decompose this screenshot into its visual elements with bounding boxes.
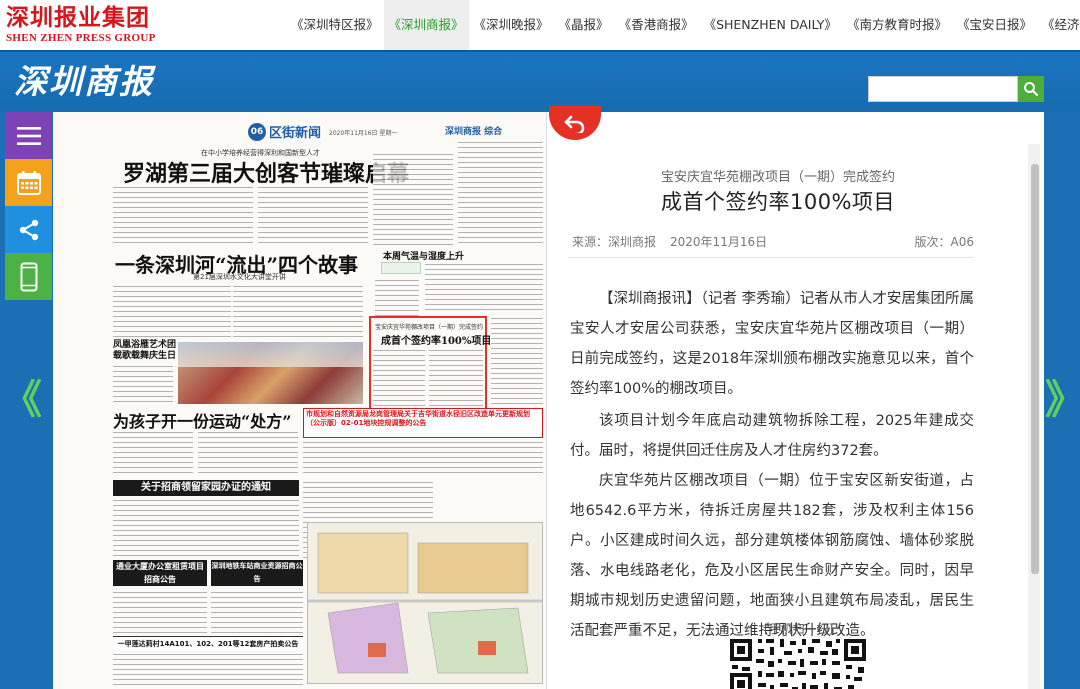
nav-link-shenzhen-evening-news[interactable]: 《深圳晚报》 bbox=[469, 0, 554, 50]
headline2-sub: 第21届深圳水文化大讲堂开讲 bbox=[193, 273, 286, 281]
share-icon bbox=[19, 219, 38, 240]
main-content: 06 区街新闻 2020年11月16日 星期一 深圳商报 综合 在中小学培养经营… bbox=[53, 106, 1044, 689]
newspaper-nav: 《深圳特区报》 《深圳商报》 《深圳晚报》 《晶报》 《香港商报》 《SHENZ… bbox=[286, 0, 1080, 50]
article-date: 2020年11月16日 bbox=[670, 235, 768, 249]
notice-4-body bbox=[113, 652, 303, 686]
map-drawing bbox=[308, 532, 542, 674]
nav-link-shenzhen-special-zone-daily[interactable]: 《深圳特区报》 bbox=[286, 0, 384, 50]
search-box bbox=[868, 76, 1044, 102]
top-nav-bar: 深圳报业集团 SHEN ZHEN PRESS GROUP 《深圳特区报》 《深圳… bbox=[0, 0, 1080, 50]
text-column bbox=[373, 348, 425, 408]
article-source: 来源：深圳商报 bbox=[572, 235, 657, 249]
nav-link-southern-education-times[interactable]: 《南方教育时报》 bbox=[842, 0, 952, 50]
nav-link-shenzhen-daily[interactable]: 《SHENZHEN DAILY》 bbox=[699, 0, 842, 50]
weather-headline[interactable]: 本周气温与湿度上升 bbox=[383, 249, 464, 262]
newspaper-page[interactable]: 06 区街新闻 2020年11月16日 星期一 深圳商报 综合 在中小学培养经营… bbox=[53, 112, 547, 689]
group-photo bbox=[178, 342, 363, 404]
side-headline[interactable]: 凤凰浴雁艺术团 载歌载舞庆生日 bbox=[113, 340, 176, 362]
article-meta: 来源：深圳商报 2020年11月16日 版次：A06 bbox=[572, 233, 974, 250]
scan-label: [手机扫一扫] bbox=[764, 622, 834, 636]
logo-cn: 深圳报业集团 bbox=[6, 4, 150, 31]
text-column bbox=[425, 262, 543, 312]
text-column bbox=[429, 348, 483, 408]
nav-link-economic-herald[interactable]: 《经济导报》 bbox=[1037, 0, 1080, 50]
notice-3-header[interactable]: 深圳地铁车站商业资源招商公告 bbox=[211, 560, 303, 586]
share-button[interactable] bbox=[5, 206, 52, 253]
nav-link-shenzhen-economic-daily[interactable]: 《深圳商报》 bbox=[383, 0, 469, 50]
boxed-article-title: 成首个签约率100%项目 bbox=[381, 336, 492, 347]
text-column bbox=[113, 284, 231, 339]
article-title: 成首个签约率100%项目 bbox=[660, 190, 896, 214]
menu-button[interactable] bbox=[5, 112, 52, 159]
calendar-button[interactable] bbox=[5, 159, 52, 206]
notice-3-body bbox=[211, 590, 303, 634]
calendar-icon bbox=[16, 170, 41, 195]
notice-1-body bbox=[113, 498, 299, 560]
menu-icon bbox=[16, 126, 41, 145]
page-header: 06 区街新闻 bbox=[248, 122, 321, 141]
notice-4-header[interactable]: 一甲莲达莉村14A101、102、201等12套房产拍卖公告 bbox=[113, 636, 303, 650]
search-input[interactable] bbox=[868, 76, 1018, 102]
red-banner-notice[interactable]: 市规划和自然资源局龙岗管理局关于吉华街道水径旧区改造单元更新规划（公示版）02-… bbox=[303, 408, 543, 438]
weather-badge bbox=[381, 262, 421, 274]
boxed-article-kicker: 宝安庆宜华苑棚改项目（一期）完成签约 bbox=[375, 324, 484, 331]
text-column bbox=[258, 185, 368, 247]
text-column bbox=[303, 440, 543, 476]
article-paragraph: 【深圳商报讯】（记者 李秀瑜）记者从市人才安居集团所属宝安人才安居公司获悉，宝安… bbox=[570, 291, 974, 397]
article-kicker: 宝安庆宜华苑棚改项目（一期）完成签约 bbox=[660, 170, 895, 185]
article-paragraph: 该项目计划今年底启动建筑物拆除工程，2025年建成交付。届时，将提供回迁住房及人… bbox=[570, 413, 974, 459]
text-column bbox=[198, 430, 298, 476]
article-scrollbar-thumb[interactable] bbox=[1031, 164, 1039, 574]
qr-code bbox=[728, 637, 868, 689]
phone-icon bbox=[20, 262, 37, 291]
logo-en: SHEN ZHEN PRESS GROUP bbox=[6, 32, 156, 44]
headline-3[interactable]: 为孩子开一份运动“处方” bbox=[113, 408, 291, 432]
text-column bbox=[113, 430, 193, 476]
nav-link-jingbao[interactable]: 《晶报》 bbox=[554, 0, 614, 50]
article-paragraph: 庆宜华苑片区棚改项目（一期）位于宝安区新安街道，占地6542.6平方米，待拆迁房… bbox=[570, 473, 974, 639]
nav-link-hong-kong-commercial-daily[interactable]: 《香港商报》 bbox=[614, 0, 699, 50]
text-column bbox=[458, 140, 543, 247]
text-column bbox=[373, 152, 453, 247]
article-panel: 宝安庆宜华苑棚改项目（一期）完成签约 成首个签约率100%项目 来源：深圳商报 … bbox=[568, 112, 1028, 689]
notice-2-header[interactable]: 通业大厦办公室租赁项目招商公告 bbox=[113, 560, 207, 586]
previous-page-arrow-icon[interactable]: 《 bbox=[2, 378, 42, 422]
notice-1-header[interactable]: 关于招商领留家园办证的通知 bbox=[113, 480, 299, 496]
newspaper-brand-title[interactable]: 深圳商报 bbox=[14, 58, 154, 106]
text-column bbox=[113, 185, 253, 247]
headline-1[interactable]: 罗湖第三届大创客节璀璨启幕 bbox=[123, 156, 409, 188]
divider bbox=[568, 257, 974, 258]
page-masthead: 深圳商报 综合 bbox=[445, 127, 503, 137]
search-icon bbox=[1024, 82, 1039, 97]
planning-map-image bbox=[307, 522, 543, 684]
brand-header: 深圳商报 bbox=[0, 50, 1080, 112]
nav-link-baoan-daily[interactable]: 《宝安日报》 bbox=[952, 0, 1037, 50]
search-button[interactable] bbox=[1018, 76, 1044, 102]
text-column bbox=[375, 278, 419, 318]
notice-2-body bbox=[113, 590, 207, 634]
press-group-logo[interactable]: 深圳报业集团 SHEN ZHEN PRESS GROUP bbox=[6, 4, 156, 44]
mobile-button[interactable] bbox=[5, 253, 52, 300]
text-column bbox=[233, 284, 363, 339]
side-toolbar bbox=[5, 112, 52, 300]
next-page-arrow-icon[interactable]: 》 bbox=[1045, 378, 1080, 422]
text-column bbox=[113, 364, 173, 404]
page-date: 2020年11月16日 星期一 bbox=[329, 130, 398, 137]
page-number: 06 bbox=[248, 122, 266, 141]
qr-code-icon bbox=[730, 639, 866, 689]
article-edition: 版次：A06 bbox=[914, 235, 974, 249]
text-column bbox=[491, 316, 543, 411]
page-section: 区街新闻 bbox=[269, 126, 322, 141]
